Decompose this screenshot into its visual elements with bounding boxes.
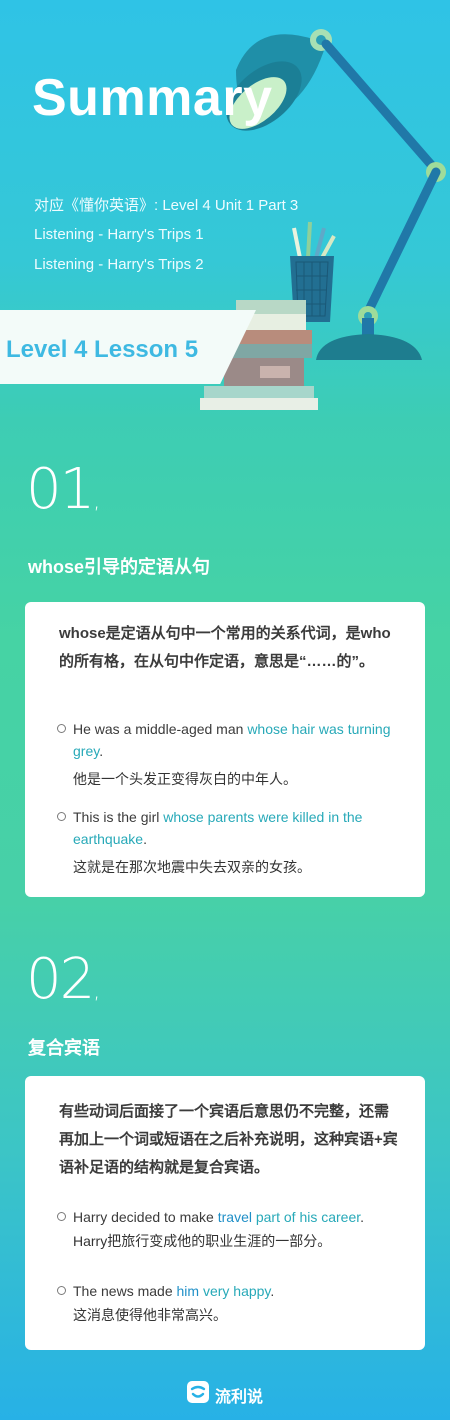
example-sentence: This is the girl whose parents were kill… bbox=[57, 806, 402, 878]
example-text: Harry decided to make bbox=[73, 1209, 218, 1225]
example-english: He was a middle-aged man whose hair was … bbox=[57, 718, 402, 762]
listening-item-1: Listening - Harry's Trips 1 bbox=[34, 226, 204, 243]
example-english: Harry decided to make travel part of his… bbox=[57, 1206, 402, 1228]
circle-bullet-icon bbox=[57, 1286, 66, 1295]
lamp-base bbox=[316, 334, 422, 360]
lesson-label: Level 4 Lesson 5 bbox=[6, 336, 199, 363]
section-number-comma: , bbox=[93, 979, 101, 1004]
section-title: 复合宾语 bbox=[28, 1038, 100, 1058]
example-text: He was a middle-aged man bbox=[73, 721, 248, 737]
example-text: . bbox=[99, 743, 104, 759]
example-text: This is the girl bbox=[73, 809, 164, 825]
card-lead-text: whose是定语从句中一个常用的关系代词，是who的所有格，在从句中作定语，意思… bbox=[59, 625, 391, 670]
section-number-digits: 01 bbox=[26, 457, 95, 522]
summary-page: Summary 对应《懂你英语》: Level 4 Unit 1 Part 3 … bbox=[0, 0, 450, 1420]
example-object: travel bbox=[217, 1209, 252, 1225]
circle-bullet-icon bbox=[57, 1212, 66, 1221]
example-english: The news made him very happy. bbox=[57, 1280, 402, 1302]
example-text: . bbox=[143, 831, 147, 847]
example-sentence: The news made him very happy. 这消息使得他非常高兴… bbox=[57, 1280, 402, 1326]
example-english: This is the girl whose parents were kill… bbox=[57, 806, 402, 850]
explanation-card: 有些动词后面接了一个宾语后意思仍不完整，还需再加上一个词或短语在之后补充说明，这… bbox=[25, 1076, 425, 1350]
example-text: . bbox=[270, 1283, 275, 1299]
course-reference: 对应《懂你英语》: Level 4 Unit 1 Part 3 bbox=[34, 197, 299, 214]
circle-bullet-icon bbox=[57, 724, 66, 733]
example-complement: very happy bbox=[202, 1283, 271, 1299]
circle-bullet-icon bbox=[57, 812, 66, 821]
page-title: Summary bbox=[32, 69, 273, 127]
example-chinese: 这就是在那次地震中失去双亲的女孩。 bbox=[73, 859, 311, 875]
explanation-card: whose是定语从句中一个常用的关系代词，是who的所有格，在从句中作定语，意思… bbox=[25, 602, 425, 897]
example-chinese: 他是一个头发正变得灰白的中年人。 bbox=[73, 771, 297, 787]
example-text: . bbox=[360, 1209, 365, 1225]
example-sentence: Harry decided to make travel part of his… bbox=[57, 1206, 402, 1252]
listening-item-2: Listening - Harry's Trips 2 bbox=[34, 256, 204, 273]
section-number-digits: 02 bbox=[26, 947, 95, 1012]
section-number: 01, bbox=[26, 462, 100, 518]
example-object: him bbox=[176, 1283, 200, 1299]
section-number-comma: , bbox=[93, 489, 101, 514]
example-chinese: 这消息使得他非常高兴。 bbox=[73, 1307, 227, 1323]
example-sentence: He was a middle-aged man whose hair was … bbox=[57, 718, 402, 790]
card-lead-text: 有些动词后面接了一个宾语后意思仍不完整，还需再加上一个词或短语在之后补充说明，这… bbox=[59, 1103, 398, 1176]
section-number: 02, bbox=[26, 952, 100, 1008]
example-complement: part of his career bbox=[255, 1209, 361, 1225]
example-chinese: Harry把旅行变成他的职业生涯的一部分。 bbox=[73, 1233, 332, 1249]
section-title: whose引导的定语从句 bbox=[28, 557, 211, 577]
liulishuo-logo-icon bbox=[187, 1381, 209, 1403]
example-text: The news made bbox=[73, 1283, 177, 1299]
brand-name: 流利说 bbox=[215, 1389, 264, 1406]
lamp-arm bbox=[321, 39, 446, 344]
